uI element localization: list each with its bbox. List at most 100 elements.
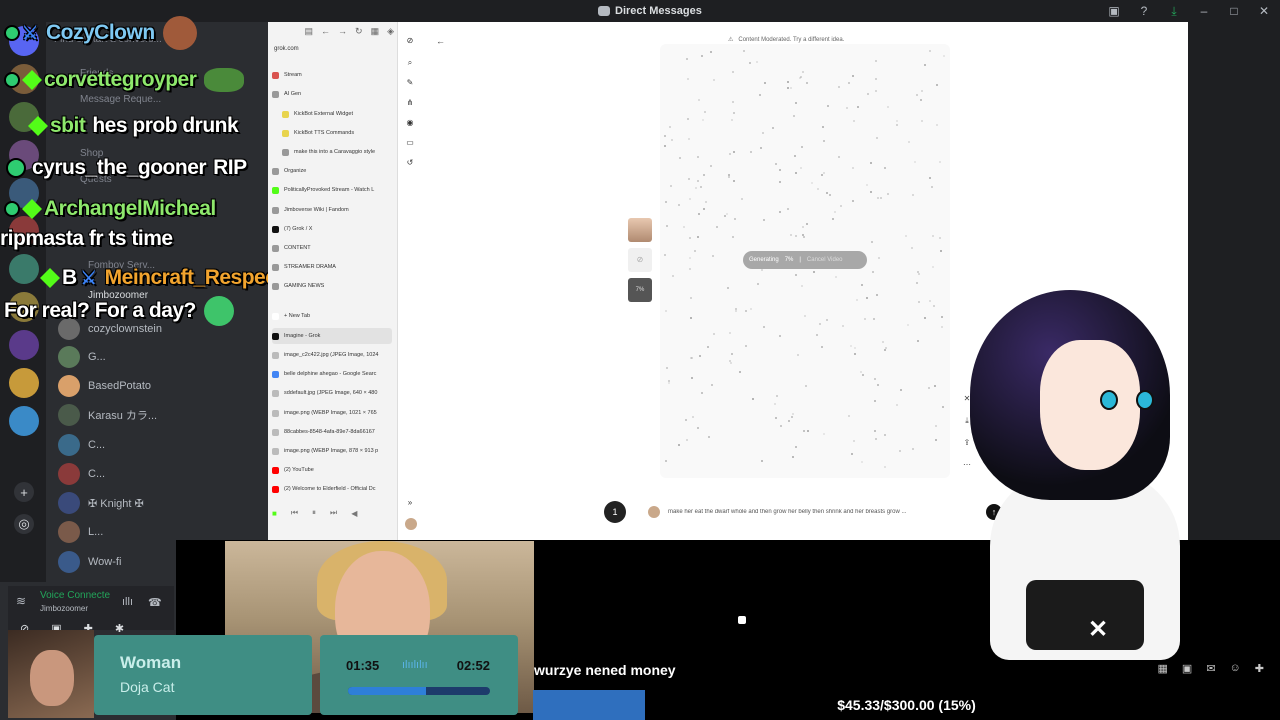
browser-tab[interactable]: Jimboverse Wiki | Fandom: [272, 202, 392, 218]
sidebar-icon[interactable]: ▤: [305, 26, 314, 42]
url-bar[interactable]: grok.com: [274, 46, 299, 52]
browser-tab[interactable]: (2) Welcome to Elderfield - Official Dc: [272, 481, 392, 497]
message-requests-nav[interactable]: Message Reque...: [80, 94, 161, 105]
discover-icon[interactable]: ◎: [14, 514, 34, 534]
browser-tab[interactable]: Organize: [272, 163, 392, 179]
avatar: [58, 404, 80, 426]
avatar-eye: [1100, 390, 1118, 410]
download-icon[interactable]: ⤓: [1166, 3, 1182, 19]
extension-icon[interactable]: ▦: [371, 26, 380, 42]
browser-tab[interactable]: image.png (WEBP Image, 878 × 913 p: [272, 443, 392, 459]
noise-dot: [779, 169, 781, 171]
minimize-icon[interactable]: –: [1196, 3, 1212, 19]
profile-avatar[interactable]: [405, 518, 417, 530]
dm-item[interactable]: L...: [58, 519, 103, 545]
shield-icon[interactable]: ◈: [387, 26, 394, 42]
grid-icon[interactable]: ▦: [1158, 662, 1168, 675]
dm-item[interactable]: C...: [58, 461, 105, 487]
close-icon[interactable]: ✕: [1256, 3, 1272, 19]
hidden-thumb-icon[interactable]: ⊘: [628, 248, 652, 272]
browser-tab[interactable]: GAMING NEWS: [272, 278, 392, 294]
noise-suppression-icon[interactable]: ıllı: [122, 596, 133, 608]
browser-tab[interactable]: (2) YouTube: [272, 462, 392, 478]
browser-tab[interactable]: AI Gen: [272, 86, 392, 102]
tab-label: Stream: [284, 72, 302, 78]
help-icon[interactable]: ?: [1136, 3, 1152, 19]
edit-icon[interactable]: ✎: [405, 78, 415, 88]
voice-icon[interactable]: ⋔: [405, 98, 415, 108]
prompt-image-chip[interactable]: [648, 506, 660, 518]
browser-tab[interactable]: make this into a Caravaggio style: [282, 144, 402, 160]
noise-dot: [787, 208, 789, 210]
next-icon[interactable]: ⏭: [330, 508, 337, 518]
server-icon[interactable]: [9, 368, 39, 398]
progress-thumb[interactable]: 7%: [628, 278, 652, 302]
expand-icon[interactable]: »: [405, 498, 415, 508]
back-arrow-icon[interactable]: ←: [436, 36, 445, 46]
noise-dot: [734, 218, 736, 220]
browser-tab[interactable]: CONTENT: [272, 240, 392, 256]
emoji-icon[interactable]: ☺: [1230, 662, 1241, 675]
server-icon[interactable]: [9, 406, 39, 436]
server-icon[interactable]: [9, 330, 39, 360]
prompt-input[interactable]: make her eat the dwarf whole and then gr…: [668, 509, 978, 515]
projects-icon[interactable]: ▭: [405, 138, 415, 148]
browser-tab[interactable]: belle delphine ahegao - Google Searc: [272, 366, 392, 382]
browser-tab[interactable]: Stream: [272, 67, 392, 83]
dm-item[interactable]: ✠ Knight ✠: [58, 490, 144, 516]
browser-tab[interactable]: 88cabbes-8548-4afa-89e7-8da66167: [272, 424, 392, 440]
prev-icon[interactable]: ⏮: [291, 508, 298, 518]
server-icon[interactable]: [9, 254, 39, 284]
browser-tab[interactable]: KickBot TTS Commands: [282, 125, 402, 141]
chat-message: B ⚔ Meincraft_Respector: [40, 266, 303, 290]
browser-tab[interactable]: (7) Grok / X: [272, 221, 392, 237]
grok-logo-icon[interactable]: ⊘: [405, 36, 415, 46]
forward-icon[interactable]: →: [338, 26, 347, 42]
inbox-icon[interactable]: ▣: [1106, 3, 1122, 19]
browser-tab[interactable]: + New Tab: [272, 308, 392, 324]
volume-icon[interactable]: ◀: [351, 509, 357, 518]
noise-dot: [791, 416, 793, 418]
dm-name: Wow-fi: [88, 556, 122, 568]
browser-tab[interactable]: image.png (WEBP Image, 1021 × 765: [272, 405, 392, 421]
browser-tab[interactable]: Imagine - Grok: [272, 328, 392, 344]
reload-icon[interactable]: ↻: [355, 26, 363, 42]
browser-tab[interactable]: STREAMER DRAMA: [272, 259, 392, 275]
disconnect-icon[interactable]: ☎: [148, 596, 162, 609]
noise-dot: [873, 318, 875, 320]
noise-dot: [704, 111, 706, 113]
noise-dot: [749, 62, 751, 64]
image-icon[interactable]: ▣: [1182, 662, 1192, 675]
browser-tab[interactable]: sddefault.jpg (JPEG Image, 640 × 480: [272, 385, 392, 401]
search-icon[interactable]: ⌕: [405, 58, 415, 68]
dm-item[interactable]: BasedPotato: [58, 373, 151, 399]
source-image-thumb[interactable]: [628, 218, 652, 242]
noise-dot: [819, 323, 821, 325]
dm-item[interactable]: G...: [58, 344, 106, 370]
noise-dot: [687, 78, 689, 80]
voice-channel[interactable]: Jimbozoomer: [40, 604, 88, 613]
noise-dot: [834, 211, 836, 213]
apps-icon[interactable]: ✚: [1255, 662, 1264, 675]
noise-dot: [787, 81, 789, 83]
back-icon[interactable]: ←: [321, 26, 330, 42]
cancel-video-button[interactable]: Cancel Video: [807, 257, 843, 263]
imagine-icon[interactable]: ◉: [405, 118, 415, 128]
dm-item[interactable]: Wow-fi: [58, 549, 121, 575]
chat-icon[interactable]: ✉: [1206, 662, 1215, 675]
maximize-icon[interactable]: □: [1226, 3, 1242, 19]
dm-item[interactable]: Karasu カラ...: [58, 402, 157, 428]
kick-icon[interactable]: ■: [272, 509, 277, 518]
badge-letter-icon: B: [62, 266, 77, 289]
browser-tab[interactable]: KickBot External Widget: [282, 106, 402, 122]
mic-button[interactable]: 1: [604, 501, 626, 523]
history-icon[interactable]: ↺: [405, 158, 415, 168]
add-server-icon[interactable]: +: [14, 482, 34, 502]
noise-dot: [870, 191, 872, 193]
browser-tab[interactable]: image_c2c422.jpg (JPEG Image, 1024: [272, 347, 392, 363]
noise-dot: [931, 186, 933, 188]
dm-name: C...: [88, 468, 106, 480]
dm-item[interactable]: C...: [58, 432, 105, 458]
browser-tab[interactable]: PoliticallyProvoked Stream - Watch L: [272, 182, 392, 198]
pause-icon[interactable]: ⏸: [312, 508, 316, 518]
